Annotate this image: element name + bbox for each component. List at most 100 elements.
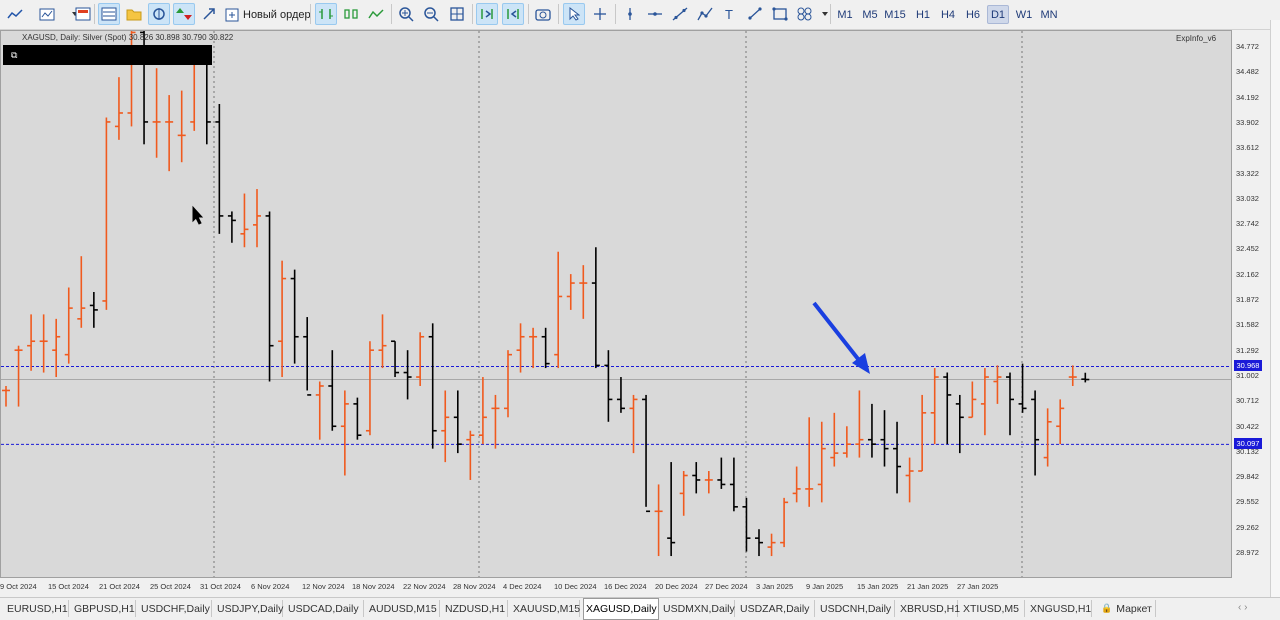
new-order-button[interactable]: Новый ордер bbox=[225, 4, 311, 25]
price-tick: 29.552 bbox=[1236, 497, 1259, 507]
folder-icon[interactable] bbox=[123, 3, 145, 25]
tab-chart[interactable]: USDCHF,Daily bbox=[139, 600, 212, 617]
timeframe-h1[interactable]: H1 bbox=[912, 5, 934, 24]
tab-label: XNGUSD,H1 bbox=[1030, 602, 1092, 615]
tab-chart[interactable]: NZDUSD,H1 bbox=[443, 600, 508, 617]
price-tick: 31.292 bbox=[1236, 345, 1259, 355]
horizontal-line-icon[interactable] bbox=[644, 3, 666, 25]
tab-chart[interactable]: XTIUSD,M5 bbox=[961, 600, 1025, 617]
price-tick: 32.452 bbox=[1236, 244, 1259, 254]
svg-text:T: T bbox=[725, 7, 733, 21]
tab-chart[interactable]: 🔒 Маркет bbox=[1099, 600, 1156, 617]
chart-shift-icon[interactable] bbox=[502, 3, 524, 25]
tab-active-chart[interactable]: XAGUSD,Daily bbox=[583, 598, 659, 620]
main-toolbar: Новый ордер T M1 M5 M15 H1 H4 H6 D1 W1 M… bbox=[0, 0, 1280, 30]
profile-icon[interactable] bbox=[72, 3, 94, 25]
new-order-label: Новый ордер bbox=[243, 8, 311, 21]
tab-chart[interactable]: USDMXN,Daily bbox=[661, 600, 735, 617]
price-tick: 32.162 bbox=[1236, 269, 1259, 279]
market-watch-icon[interactable] bbox=[98, 3, 120, 25]
tab-label: USDCHF,Daily bbox=[141, 602, 210, 615]
restore-icon[interactable]: ⧉ bbox=[11, 50, 17, 61]
mouse-cursor-icon bbox=[192, 205, 204, 225]
trade-icon[interactable] bbox=[173, 3, 195, 25]
timeframe-d1[interactable]: D1 bbox=[987, 5, 1009, 24]
overlay-panel: ⧉ bbox=[3, 45, 212, 65]
timeframe-m1[interactable]: M1 bbox=[834, 5, 856, 24]
date-tick: 9 Oct 2024 bbox=[0, 582, 37, 591]
date-tick: 21 Jan 2025 bbox=[907, 582, 949, 591]
level-price-tag: 30.968 bbox=[1234, 360, 1262, 372]
bar-chart-icon[interactable] bbox=[315, 3, 337, 25]
tab-chart[interactable]: GBPUSD,H1 bbox=[72, 600, 136, 617]
tab-scroll-arrows[interactable]: ‹ › bbox=[1238, 602, 1247, 613]
chart-canvas[interactable] bbox=[1, 31, 1231, 577]
tab-label: USDCAD,Daily bbox=[288, 602, 359, 615]
vertical-line-icon[interactable] bbox=[619, 3, 641, 25]
date-tick: 27 Dec 2024 bbox=[705, 582, 748, 591]
date-tick: 28 Nov 2024 bbox=[453, 582, 496, 591]
tab-chart[interactable]: AUDUSD,M15 bbox=[367, 600, 440, 617]
timeframe-h6[interactable]: H6 bbox=[962, 5, 984, 24]
tab-chart[interactable]: USDCNH,Daily bbox=[818, 600, 895, 617]
tab-label: USDJPY,Daily bbox=[217, 602, 284, 615]
price-chart[interactable] bbox=[0, 30, 1232, 578]
text-icon[interactable]: T bbox=[719, 3, 741, 25]
zoom-in-icon[interactable] bbox=[395, 3, 417, 25]
tab-chart[interactable]: XAUUSD,M15 bbox=[511, 600, 580, 617]
price-tick: 29.262 bbox=[1236, 522, 1259, 532]
tab-chart[interactable]: USDJPY,Daily bbox=[215, 600, 283, 617]
rectangle-icon[interactable] bbox=[769, 3, 791, 25]
tab-label: XAGUSD,Daily bbox=[586, 603, 657, 615]
date-axis: 9 Oct 2024 15 Oct 2024 21 Oct 2024 25 Oct 2… bbox=[0, 578, 1232, 596]
tab-label: USDMXN,Daily bbox=[663, 602, 735, 615]
navigator-icon[interactable] bbox=[148, 3, 170, 25]
screenshot-icon[interactable] bbox=[532, 3, 554, 25]
tab-chart[interactable]: USDCAD,Daily bbox=[286, 600, 364, 617]
timeframe-h4[interactable]: H4 bbox=[937, 5, 959, 24]
autoscroll-icon[interactable] bbox=[476, 3, 498, 25]
zoom-out-icon[interactable] bbox=[420, 3, 442, 25]
level-price-tag: 30.097 bbox=[1234, 438, 1262, 450]
timeframe-w1[interactable]: W1 bbox=[1013, 5, 1035, 24]
price-tick: 34.772 bbox=[1236, 42, 1259, 51]
symbol-header: XAGUSD, Daily: Silver (Spot) 30.826 30.8… bbox=[22, 33, 234, 42]
tab-label: USDCNH,Daily bbox=[820, 602, 892, 615]
date-tick: 31 Oct 2024 bbox=[200, 582, 241, 591]
shapes-icon[interactable] bbox=[794, 3, 816, 25]
date-tick: 9 Jan 2025 bbox=[806, 582, 844, 591]
tab-chart[interactable]: XBRUSD,H1 bbox=[898, 600, 960, 617]
fullscreen-icon[interactable] bbox=[198, 3, 220, 25]
price-tick: 31.002 bbox=[1236, 370, 1259, 380]
crosshair-tool-icon[interactable] bbox=[589, 3, 611, 25]
timeframe-m15[interactable]: M15 bbox=[884, 5, 906, 24]
date-tick: 16 Dec 2024 bbox=[604, 582, 647, 591]
tab-label: GBPUSD,H1 bbox=[74, 602, 135, 615]
tab-chart[interactable]: EURUSD,H1 bbox=[5, 600, 69, 617]
tab-chart[interactable]: XNGUSD,H1 bbox=[1028, 600, 1092, 617]
timeframe-m5[interactable]: M5 bbox=[859, 5, 881, 24]
lock-icon: 🔒 bbox=[1101, 603, 1113, 613]
date-tick: 6 Nov 2024 bbox=[251, 582, 290, 591]
price-tick: 29.842 bbox=[1236, 472, 1259, 482]
cursor-icon[interactable] bbox=[563, 3, 585, 25]
grid-icon[interactable] bbox=[446, 3, 468, 25]
fibonacci-icon[interactable] bbox=[694, 3, 716, 25]
tab-chart[interactable]: USDZAR,Daily bbox=[738, 600, 815, 617]
tab-label: XAUUSD,M15 bbox=[513, 602, 581, 615]
line-mode-icon[interactable] bbox=[365, 3, 387, 25]
trend-line-icon[interactable] bbox=[669, 3, 691, 25]
tab-label: AUDUSD,M15 bbox=[369, 602, 437, 615]
tab-label: EURUSD,H1 bbox=[7, 602, 68, 615]
price-tick: 34.192 bbox=[1236, 92, 1259, 102]
shapes-dropdown-icon[interactable] bbox=[814, 3, 836, 25]
price-tick: 32.742 bbox=[1236, 219, 1259, 229]
arrow-tool-icon[interactable] bbox=[744, 3, 766, 25]
new-order-icon bbox=[225, 8, 239, 21]
template-icon[interactable] bbox=[36, 3, 58, 25]
candle-chart-icon[interactable] bbox=[340, 3, 362, 25]
line-chart-icon[interactable] bbox=[4, 3, 26, 25]
price-tick: 33.902 bbox=[1236, 117, 1259, 127]
date-tick: 15 Oct 2024 bbox=[48, 582, 89, 591]
timeframe-mn[interactable]: MN bbox=[1038, 5, 1060, 24]
